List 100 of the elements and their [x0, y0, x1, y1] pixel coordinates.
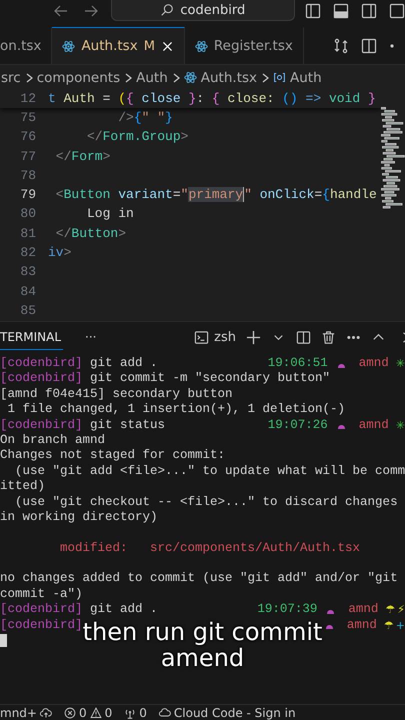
breadcrumb-item[interactable]: Auth — [273, 70, 322, 86]
prompt-mark-icon — [338, 364, 345, 368]
code-line: Log in — [86, 205, 134, 224]
prompt-time: 19:07:39 — [257, 602, 318, 618]
prompt-user: [codenbird] — [0, 602, 83, 618]
code-line: </Button> — [54, 224, 126, 243]
prompt-user: [codenbird] — [0, 356, 83, 372]
line-number: 83 — [19, 263, 36, 282]
split-terminal-icon[interactable] — [296, 330, 311, 344]
prompt-user: [codenbird] — [0, 618, 83, 634]
react-icon — [194, 40, 208, 52]
cloud-icon — [158, 706, 171, 718]
terminal-output: (use "git checkout -- <file>..." to discard changes — [14, 494, 398, 510]
more-button[interactable]: ··· — [85, 330, 96, 344]
split-editor-icon[interactable] — [361, 38, 377, 54]
prompt-user: [codenbird] — [0, 371, 83, 387]
code-line: <Button variant="primary" onClick={handle — [54, 186, 377, 204]
prompt-branch: amnd — [348, 602, 378, 618]
prompt-mark-icon — [327, 610, 334, 614]
line-number: 76 — [19, 128, 36, 146]
editor-tab[interactable]: Register.tsx — [184, 27, 304, 64]
chevron-icon — [124, 72, 132, 82]
code-line: </Form> — [54, 148, 110, 166]
prompt-branch: amnd — [358, 356, 389, 372]
terminal-command: git status — [89, 418, 166, 433]
status-glyph: ✳ — [396, 418, 405, 433]
modified-label: M — [144, 38, 155, 54]
search-text: codenbird — [180, 2, 246, 18]
status-glyph: ✳ — [396, 356, 405, 372]
terminal-icon — [194, 330, 210, 344]
ports-status[interactable]: 0 — [124, 706, 147, 720]
line-number: 78 — [19, 166, 36, 185]
search-icon — [160, 3, 174, 17]
panel-tab[interactable]: TERMINAL — [0, 324, 64, 350]
prompt-branch: amnd — [346, 618, 377, 634]
chevron-icon — [172, 72, 180, 82]
chevron-icon — [24, 72, 33, 82]
line-number: 82 — [19, 244, 36, 262]
line-number: 84 — [19, 282, 36, 301]
line-number: 75 — [19, 109, 36, 127]
prompt-mark-icon — [326, 625, 333, 630]
prompt-branch: amnd — [358, 418, 389, 433]
sidebar-toggle-icon[interactable] — [305, 3, 321, 19]
code-line: </Form.Group> — [86, 128, 188, 146]
problems-status[interactable]: 0 0 — [64, 706, 112, 720]
subtitle-text: then run git commit — [82, 619, 322, 645]
status-glyph: ☂ — [384, 618, 394, 634]
plus-icon[interactable] — [246, 330, 261, 344]
code-line: iv> — [48, 244, 72, 262]
react-icon — [184, 71, 197, 84]
terminal-command: git commit -m "secondary button" — [89, 371, 330, 387]
cloud-upload-icon — [40, 706, 52, 718]
cloud-code-status[interactable]: Cloud Code - Sign in — [158, 706, 296, 720]
line-number: 12 — [19, 90, 36, 108]
panel-toggle-icon[interactable] — [333, 3, 349, 19]
editor-tab[interactable]: Auth.tsx M — [52, 27, 185, 64]
chevron-icon — [261, 72, 270, 82]
terminal-output: 1 file changed, 1 insertion(+), 1 deletion(-) — [6, 402, 346, 418]
terminal-output: Changes not staged for commit: — [0, 448, 226, 464]
branch-status[interactable]: mnd+ — [0, 706, 52, 720]
terminal-cursor — [0, 634, 7, 648]
react-icon — [62, 40, 76, 52]
terminal-output: in working directory) — [0, 510, 158, 526]
layout-icon[interactable] — [389, 3, 405, 19]
status-glyph: ☂ — [385, 602, 396, 618]
compare-changes-icon[interactable] — [333, 38, 349, 54]
status-glyph: + — [396, 618, 405, 634]
line-number: 80 — [19, 205, 36, 224]
terminal-command: git add . — [89, 602, 158, 618]
trash-icon[interactable] — [321, 330, 336, 344]
subtitle-text: amend — [160, 645, 244, 671]
status-glyph: ⚡ — [397, 602, 405, 618]
line-number: 79 — [19, 186, 36, 204]
code-line: t Auth = ({ close }: { close: () => void } — [48, 90, 376, 108]
prompt-mark-icon — [338, 425, 345, 430]
breadcrumb-item[interactable]: src — [1, 70, 21, 86]
prompt-user: [codenbird] — [0, 418, 83, 433]
terminal-output: modified: src/components/Auth/Auth.tsx — [59, 540, 360, 556]
terminal-output: [amnd f04e415] secondary button — [0, 386, 233, 402]
line-number: 81 — [19, 224, 36, 243]
close-icon[interactable] — [160, 40, 174, 52]
forward-arrow-icon[interactable] — [82, 3, 100, 19]
warning-icon — [90, 706, 102, 718]
terminal-output: commit -a") — [0, 586, 83, 602]
terminal-output: itted) — [0, 479, 46, 495]
terminal-output: no changes added to commit (use "git add" and/or "git — [0, 571, 398, 587]
back-arrow-icon[interactable] — [52, 3, 70, 19]
code-line: />{" "} — [117, 109, 173, 127]
line-number: 85 — [19, 302, 36, 320]
breadcrumb-item[interactable]: Auth.tsx — [184, 70, 258, 86]
prompt-time: 19:07:26 — [268, 418, 328, 433]
breadcrumb-item[interactable]: components — [36, 70, 120, 86]
search-field[interactable]: codenbird — [110, 0, 295, 21]
terminal-output: On branch amnd — [0, 432, 106, 448]
secondary-sidebar-icon[interactable] — [361, 3, 377, 19]
terminal-command: git add . — [89, 356, 158, 372]
breadcrumb-item[interactable]: Auth — [136, 70, 168, 86]
symbol-icon — [273, 71, 286, 84]
terminal-selector[interactable]: zsh — [194, 330, 236, 344]
prompt-time: 19:06:51 — [268, 356, 328, 372]
